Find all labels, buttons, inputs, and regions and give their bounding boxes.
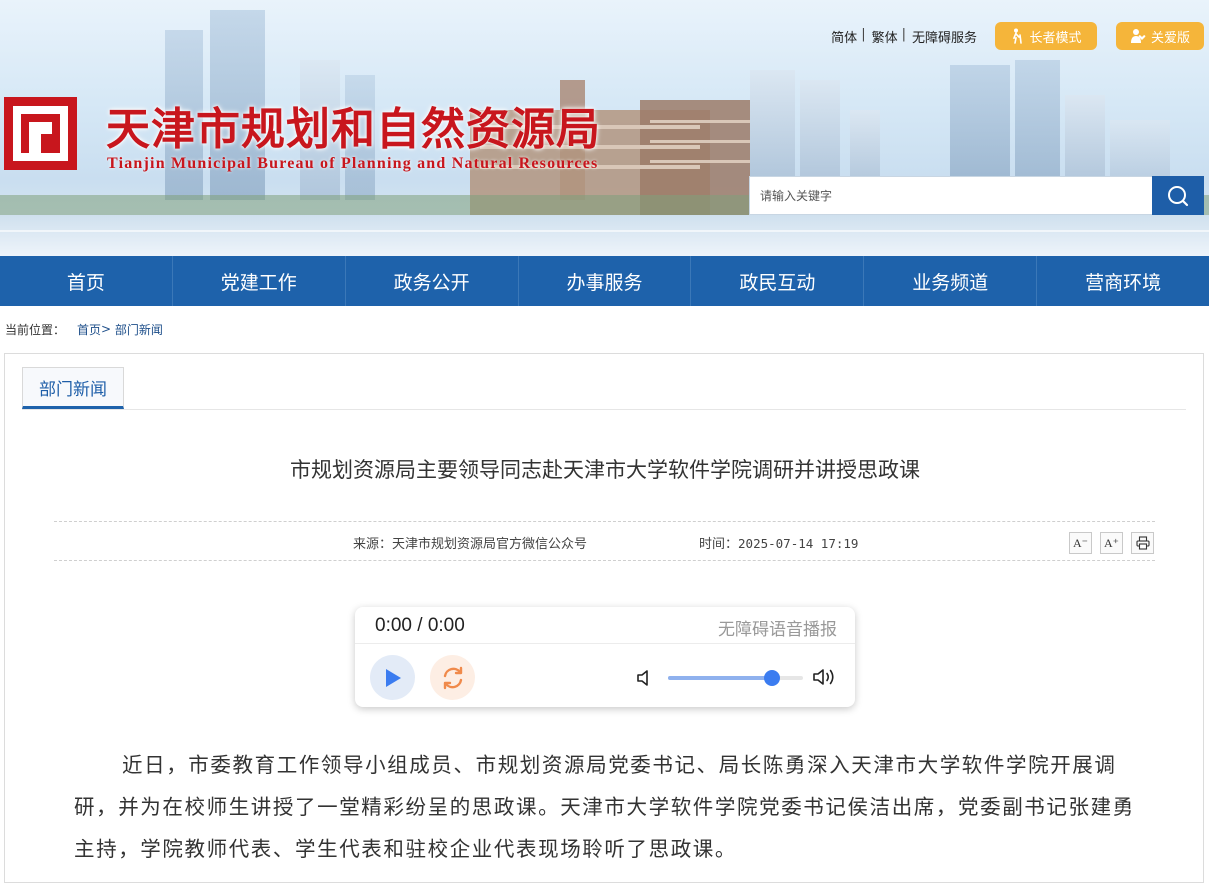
breadcrumb-current-link[interactable]: 部门新闻 xyxy=(115,321,163,338)
tab-department-news[interactable]: 部门新闻 xyxy=(22,367,124,409)
volume-button[interactable] xyxy=(812,666,838,692)
care-icon xyxy=(1130,29,1146,43)
breadcrumb-label: 当前位置： xyxy=(5,322,66,337)
search-box xyxy=(749,176,1204,215)
site-logo[interactable] xyxy=(4,97,77,170)
nav-item-party-building[interactable]: 党建工作 xyxy=(173,256,346,306)
mute-icon xyxy=(637,670,648,686)
elder-mode-button[interactable]: 长者模式 xyxy=(995,22,1097,50)
player-time: 0:00 / 0:00 xyxy=(375,615,465,636)
nav-item-government-affairs[interactable]: 政务公开 xyxy=(346,256,519,306)
font-larger-button[interactable]: A⁺ xyxy=(1100,532,1123,554)
player-divider xyxy=(355,643,855,644)
article-time: 时间：2025-07-14 17:19 xyxy=(699,533,858,552)
care-version-button[interactable]: 关爱版 xyxy=(1116,22,1204,50)
nav-item-business-channel[interactable]: 业务频道 xyxy=(864,256,1038,306)
search-button[interactable] xyxy=(1152,176,1204,215)
article-source: 来源：天津市规划资源局官方微信公众号 xyxy=(353,537,588,552)
article-meta: 来源：天津市规划资源局官方微信公众号 时间：2025-07-14 17:19 A… xyxy=(54,521,1155,561)
top-links: 简体 | 繁体 | 无障碍服务 xyxy=(831,27,977,46)
breadcrumb-home-link[interactable]: 首页 xyxy=(77,321,101,338)
care-version-label: 关爱版 xyxy=(1150,30,1190,46)
nav-item-services[interactable]: 办事服务 xyxy=(519,256,692,306)
article-time-value: 2025-07-14 17:19 xyxy=(738,536,859,551)
search-input[interactable] xyxy=(749,176,1152,215)
link-separator: | xyxy=(861,27,866,42)
article-title: 市规划资源局主要领导同志赴天津市大学软件学院调研并讲授思政课 xyxy=(290,458,920,482)
search-icon xyxy=(1168,185,1189,206)
volume-icon xyxy=(813,669,834,685)
main-nav: 首页 党建工作 政务公开 办事服务 政民互动 业务频道 营商环境 xyxy=(0,256,1209,306)
volume-slider-fill xyxy=(668,676,772,680)
font-smaller-button[interactable]: A⁻ xyxy=(1069,532,1092,554)
volume-slider[interactable] xyxy=(668,670,803,686)
article-body: 近日，市委教育工作领导小组成员、市规划资源局党委书记、局长陈勇深入天津市大学软件… xyxy=(74,753,1135,861)
player-label: 无障碍语音播报 xyxy=(718,620,837,640)
nav-item-home[interactable]: 首页 xyxy=(0,256,173,306)
section-tabbar: 部门新闻 xyxy=(22,367,1186,410)
loop-button[interactable] xyxy=(430,655,475,700)
header-banner: 天津市规划和自然资源局 Tianjin Municipal Bureau of … xyxy=(0,0,1209,256)
volume-slider-handle[interactable] xyxy=(763,670,780,686)
play-button[interactable] xyxy=(370,655,415,700)
article-time-label: 时间： xyxy=(699,537,739,552)
content-panel: 部门新闻 市规划资源局主要领导同志赴天津市大学软件学院调研并讲授思政课 来源：天… xyxy=(4,353,1204,883)
mute-button[interactable] xyxy=(635,668,653,692)
site-title: 天津市规划和自然资源局 xyxy=(106,104,601,155)
link-traditional[interactable]: 繁体 xyxy=(872,27,898,46)
loop-icon xyxy=(443,666,462,689)
audio-player: 0:00 / 0:00 无障碍语音播报 xyxy=(355,607,855,707)
print-icon xyxy=(1135,536,1150,550)
print-button[interactable] xyxy=(1131,532,1154,554)
breadcrumb-separator: > xyxy=(101,322,112,336)
breadcrumb: 当前位置： 首页 > 部门新闻 xyxy=(0,306,1209,352)
link-accessibility[interactable]: 无障碍服务 xyxy=(912,27,977,46)
elder-icon xyxy=(1013,28,1023,44)
nav-item-business-environment[interactable]: 营商环境 xyxy=(1037,256,1209,306)
elder-mode-label: 长者模式 xyxy=(1029,30,1082,46)
logo-emblem-icon xyxy=(4,97,77,170)
link-separator: | xyxy=(901,27,906,42)
site-subtitle: Tianjin Municipal Bureau of Planning and… xyxy=(107,155,599,172)
nav-item-interaction[interactable]: 政民互动 xyxy=(691,256,865,306)
link-simplified[interactable]: 简体 xyxy=(831,27,857,46)
play-icon xyxy=(385,668,401,687)
